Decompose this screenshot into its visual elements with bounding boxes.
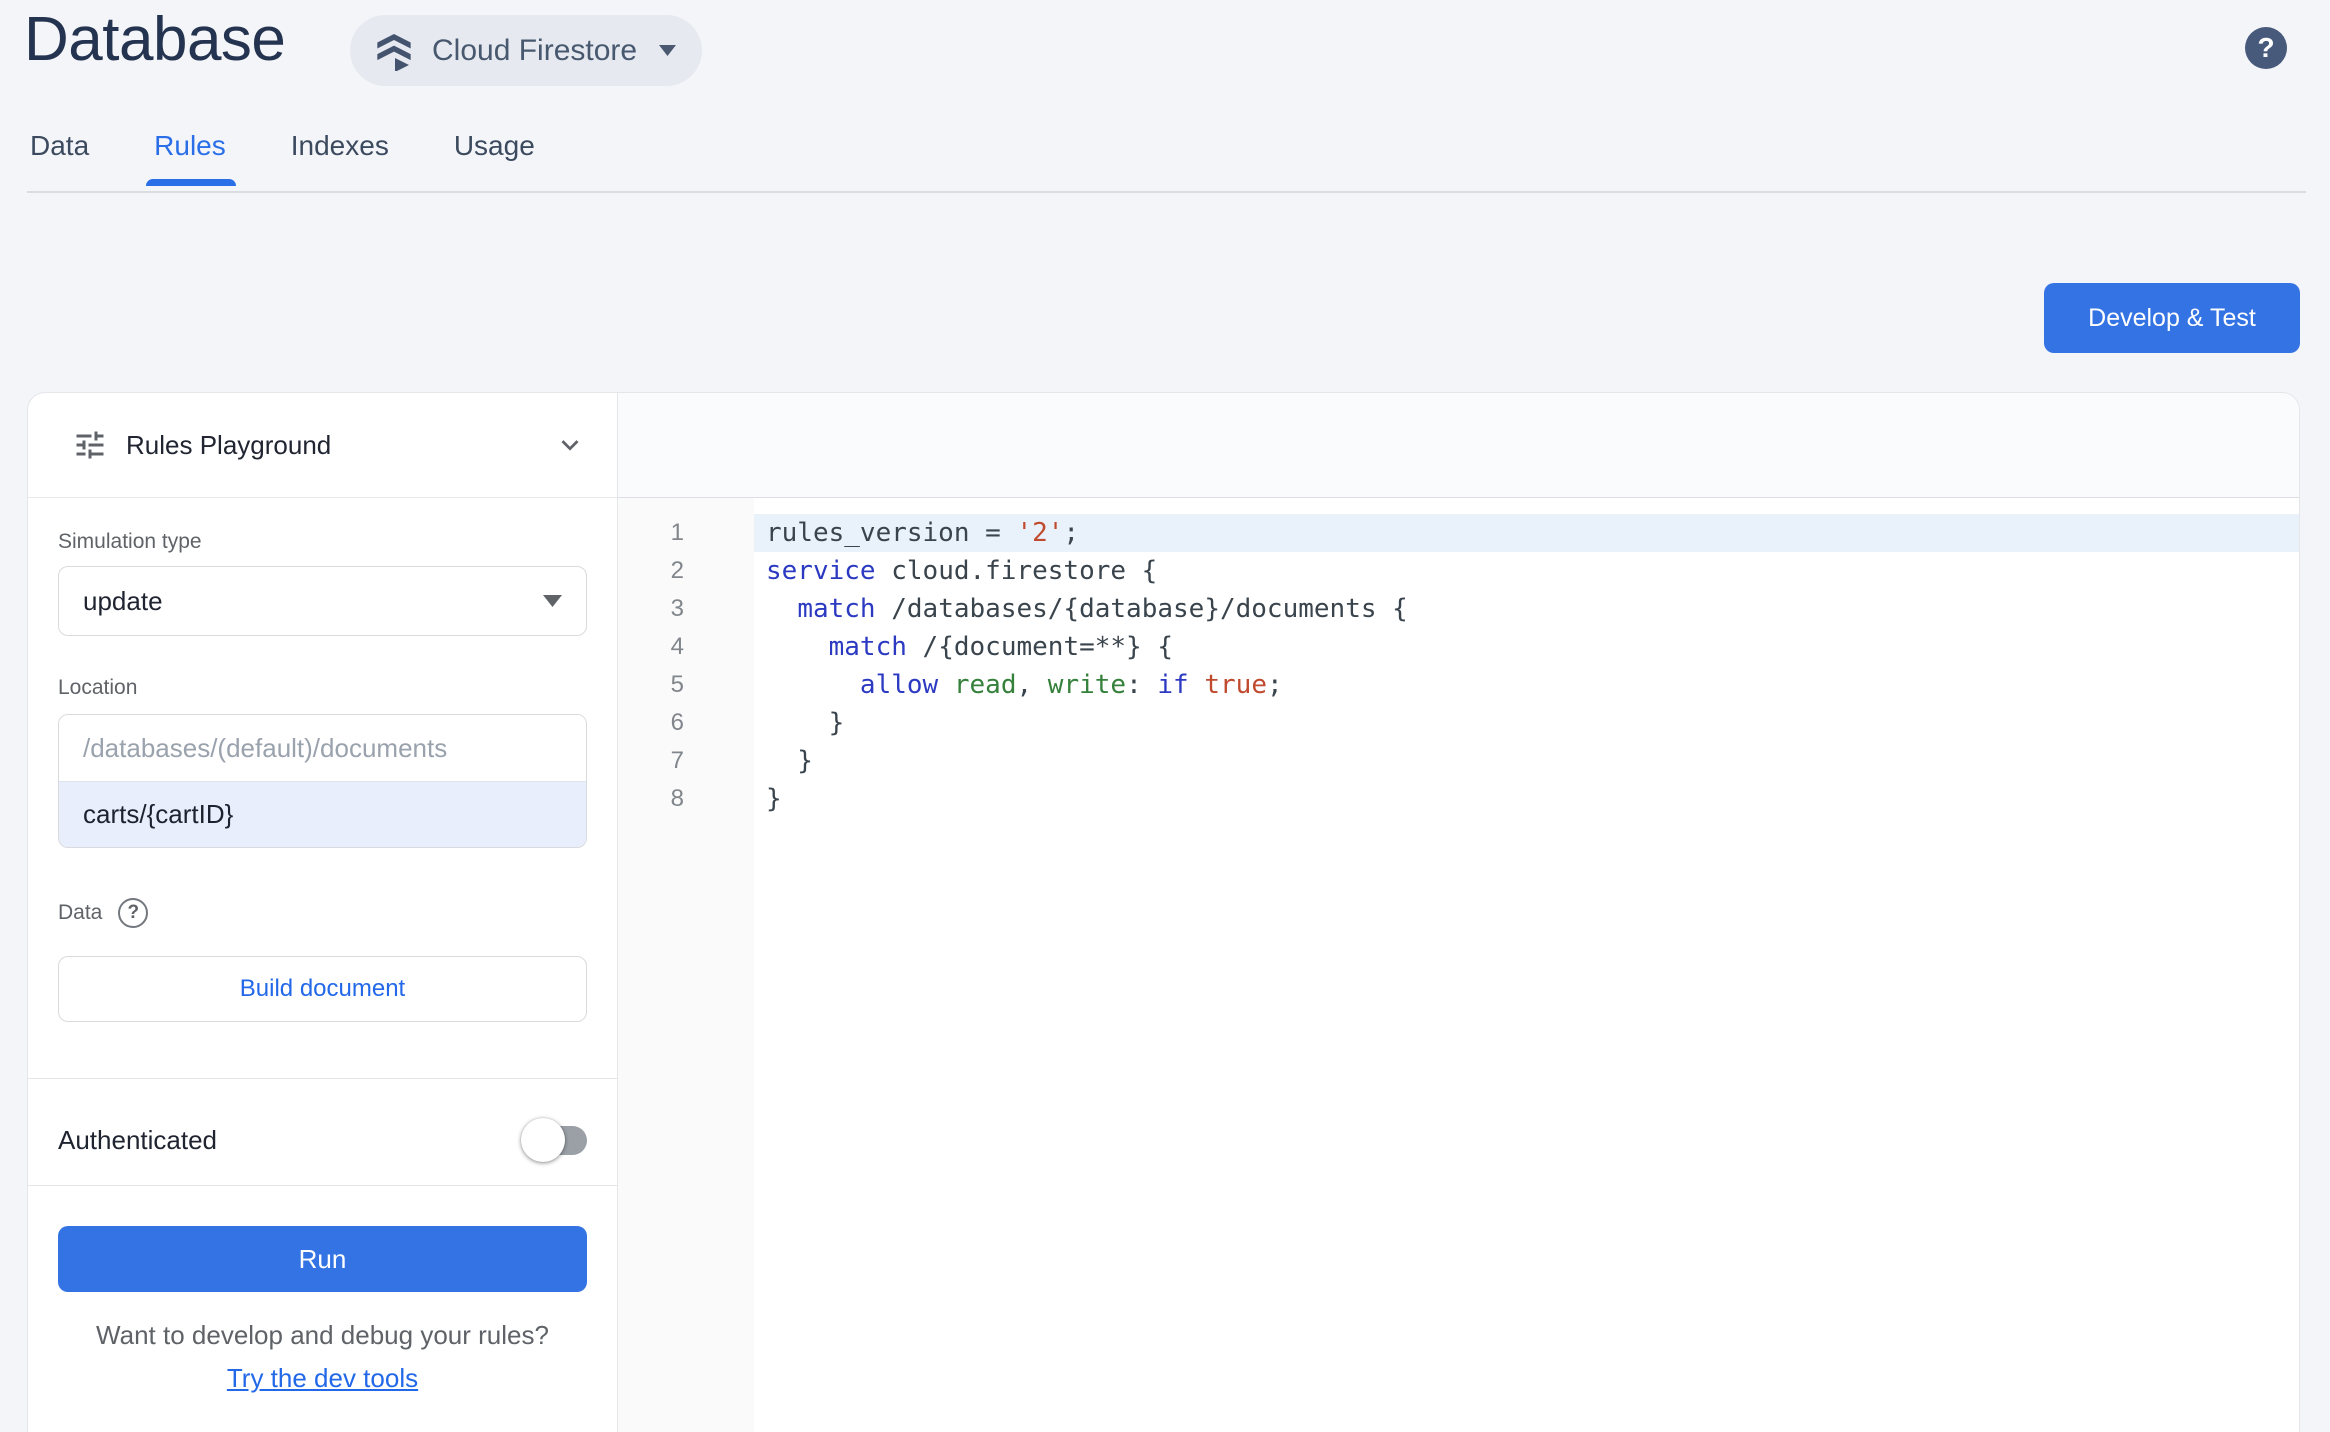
section-divider (28, 1185, 617, 1186)
line-number: 2 (670, 557, 684, 584)
simulation-type-value: update (83, 585, 163, 616)
line-number: 3 (670, 595, 684, 622)
tab-indexes[interactable]: Indexes (291, 130, 389, 186)
run-button[interactable]: Run (58, 1226, 587, 1292)
code-text: match /databases/{database}/documents { (797, 594, 1408, 624)
authenticated-toggle[interactable] (521, 1117, 587, 1163)
code-text: } (766, 784, 782, 814)
develop-and-test-button[interactable]: Develop & Test (2044, 283, 2300, 353)
line-number: 6 (670, 709, 684, 736)
help-icon: ? (2257, 32, 2275, 63)
panel-title: Rules Playground (126, 429, 332, 460)
tune-icon (76, 431, 104, 459)
code-line: 8} (618, 780, 2299, 818)
section-divider (28, 1078, 617, 1079)
caret-down-icon (659, 45, 677, 56)
line-number: 7 (670, 747, 684, 774)
code-text: allow read, write: if true; (859, 670, 1283, 700)
rules-playground-header[interactable]: Rules Playground (28, 393, 617, 498)
code-text: } (766, 708, 845, 738)
code-line: 4 match /{document=**} { (618, 628, 2299, 666)
dev-tools-question: Want to develop and debug your rules? (96, 1320, 549, 1350)
tab-usage[interactable]: Usage (454, 130, 535, 186)
firestore-icon (377, 33, 411, 71)
rules-editor: 1 rules_version = '2'; 2 service cloud.fire… (618, 393, 2299, 1432)
select-caret-icon (543, 595, 562, 607)
code-text: rules_version = '2'; (754, 514, 2299, 552)
data-row: Data ? (58, 898, 587, 928)
tabbar-divider (27, 191, 2306, 193)
authenticated-row: Authenticated (58, 1117, 587, 1163)
location-prefix: /databases/(default)/documents (59, 715, 586, 781)
code-region: 1 rules_version = '2'; 2 service cloud.fire… (618, 498, 2299, 1432)
data-label: Data (58, 901, 103, 924)
page-title: Database (24, 5, 286, 74)
product-selector[interactable]: Cloud Firestore (350, 15, 703, 86)
code-text: service cloud.firestore { (766, 556, 1158, 586)
build-document-button[interactable]: Build document (58, 956, 587, 1022)
code-line: 7 } (618, 742, 2299, 780)
chevron-down-icon (561, 440, 579, 451)
line-number: 5 (670, 671, 684, 698)
simulation-type-label: Simulation type (58, 530, 202, 553)
product-selector-label: Cloud Firestore (432, 33, 638, 67)
toggle-thumb (521, 1118, 565, 1162)
editor-toolbar (618, 393, 2299, 498)
authenticated-label: Authenticated (58, 1124, 218, 1155)
location-input[interactable]: carts/{cartID} (59, 781, 586, 847)
code-line: 1 rules_version = '2'; (618, 514, 2299, 552)
panel-body: Simulation type update Location /databas… (28, 498, 617, 1432)
line-number: 8 (670, 785, 684, 812)
dev-tools-link[interactable]: Try the dev tools (227, 1363, 418, 1393)
code-line: 5 allow read, write: if true; (618, 666, 2299, 704)
code-line: 3 match /databases/{database}/documents … (618, 590, 2299, 628)
location-field: /databases/(default)/documents carts/{ca… (58, 714, 587, 848)
data-help-icon[interactable]: ? (118, 898, 149, 928)
line-number: 4 (670, 633, 684, 660)
tab-bar: Data Rules Indexes Usage (30, 130, 600, 186)
rules-playground-panel: Rules Playground Simulation type update … (28, 393, 618, 1432)
help-button[interactable]: ? (2245, 27, 2287, 69)
code-text: match /{document=**} { (828, 632, 1174, 662)
code-text: } (766, 746, 813, 776)
code-line: 6 } (618, 704, 2299, 742)
code-line: 2 service cloud.firestore { (618, 552, 2299, 590)
code-lines[interactable]: 1 rules_version = '2'; 2 service cloud.fire… (618, 498, 2299, 818)
rules-card: Rules Playground Simulation type update … (27, 392, 2300, 1432)
location-label: Location (58, 676, 138, 699)
tab-data[interactable]: Data (30, 130, 89, 186)
tab-rules[interactable]: Rules (146, 130, 236, 186)
simulation-type-select[interactable]: update (58, 566, 587, 636)
line-number: 1 (670, 519, 684, 546)
